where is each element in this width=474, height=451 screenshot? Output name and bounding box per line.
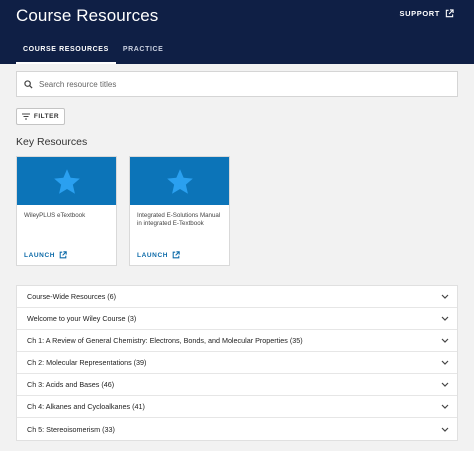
launch-label: LAUNCH — [24, 251, 56, 259]
accordion-row[interactable]: Welcome to your Wiley Course (3) — [17, 308, 457, 330]
external-link-icon — [172, 251, 180, 259]
launch-button[interactable]: LAUNCH — [137, 251, 180, 259]
search-input[interactable] — [39, 79, 439, 89]
accordion-row-label: Ch 2: Molecular Representations (39) — [27, 358, 147, 367]
chevron-down-icon — [441, 382, 449, 387]
accordion-row[interactable]: Ch 5: Stereoisomerism (33) — [17, 418, 457, 440]
accordion-row[interactable]: Ch 1: A Review of General Chemistry: Ele… — [17, 330, 457, 352]
filter-icon — [21, 113, 30, 120]
star-icon — [53, 168, 80, 194]
accordion-row-label: Welcome to your Wiley Course (3) — [27, 314, 137, 323]
star-icon — [166, 168, 193, 194]
launch-label: LAUNCH — [137, 251, 169, 259]
launch-button[interactable]: LAUNCH — [24, 251, 67, 259]
chevron-down-icon — [441, 404, 449, 409]
accordion-row[interactable]: Ch 4: Alkanes and Cycloalkanes (41) — [17, 396, 457, 418]
external-link-icon — [59, 251, 67, 259]
chevron-down-icon — [441, 338, 449, 343]
chevron-down-icon — [441, 360, 449, 365]
accordion-row-label: Ch 5: Stereoisomerism (33) — [27, 424, 115, 434]
tab-course-resources[interactable]: COURSE RESOURCES — [16, 45, 116, 64]
support-link[interactable]: SUPPORT — [400, 9, 454, 18]
accordion-row-label: Ch 4: Alkanes and Cycloalkanes (41) — [27, 402, 145, 411]
support-label: SUPPORT — [399, 9, 440, 18]
filter-button[interactable]: FILTER — [16, 108, 65, 125]
chevron-down-icon — [441, 427, 449, 432]
accordion-row-label: Ch 3: Acids and Bases (46) — [27, 380, 115, 389]
resource-accordion: Course-Wide Resources (6) Welcome to you… — [16, 285, 458, 441]
resource-card-etextbook: WileyPLUS eTextbook LAUNCH — [16, 156, 117, 266]
app-header: Course Resources SUPPORT COURSE RESOURCE… — [0, 0, 474, 64]
tab-practice[interactable]: PRACTICE — [116, 45, 171, 64]
key-resources-heading: Key Resources — [16, 136, 88, 148]
card-title: Integrated E-Solutions Manual in integra… — [137, 212, 221, 228]
chevron-down-icon — [441, 294, 449, 299]
card-title: WileyPLUS eTextbook — [24, 212, 86, 219]
chevron-down-icon — [441, 316, 449, 321]
search-icon — [24, 79, 33, 89]
external-link-icon — [445, 9, 454, 18]
accordion-row-label: Ch 1: A Review of General Chemistry: Ele… — [27, 336, 303, 345]
page-title: Course Resources — [16, 6, 159, 25]
card-banner — [130, 157, 229, 205]
accordion-row[interactable]: Ch 3: Acids and Bases (46) — [17, 374, 457, 396]
filter-label: FILTER — [33, 113, 60, 120]
resource-card-solutions-manual: Integrated E-Solutions Manual in integra… — [129, 156, 230, 266]
search-box — [16, 71, 458, 97]
accordion-row[interactable]: Ch 2: Molecular Representations (39) — [17, 352, 457, 374]
tab-bar: COURSE RESOURCES PRACTICE — [16, 45, 170, 64]
accordion-row-label: Course-Wide Resources (6) — [27, 292, 117, 301]
accordion-row[interactable]: Course-Wide Resources (6) — [17, 286, 457, 308]
card-banner — [17, 157, 116, 205]
